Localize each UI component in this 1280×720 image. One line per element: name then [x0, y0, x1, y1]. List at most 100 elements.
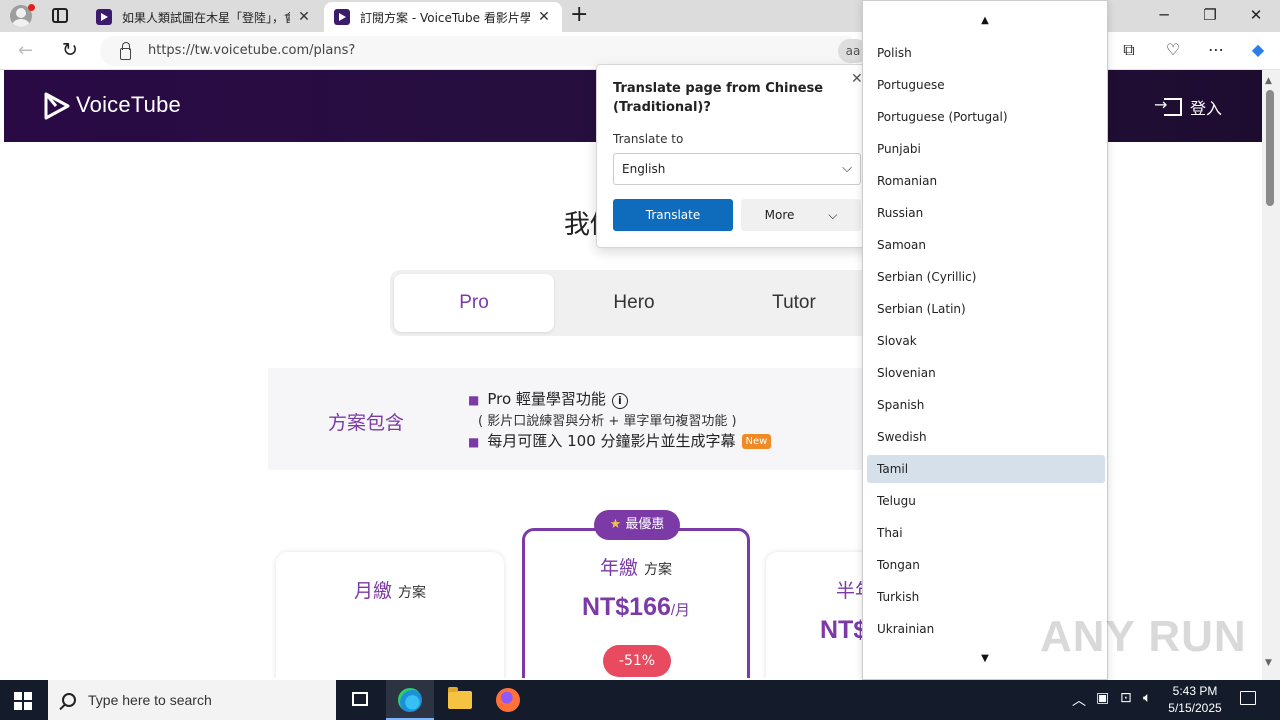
translate-button[interactable]: Translate	[613, 199, 733, 231]
edge-taskbar-button[interactable]	[386, 680, 434, 720]
more-menu-icon[interactable]: ⋯	[1205, 40, 1227, 59]
feature-subtext: ( 影片口說練習與分析 + 單字單句複習功能 )	[478, 414, 737, 429]
plan-tabs: Pro Hero Tutor	[390, 270, 872, 336]
chevron-down-icon: ⌵	[828, 208, 838, 222]
card-price: NT$166/月	[581, 593, 691, 621]
close-tab-icon[interactable]: ✕	[296, 9, 312, 25]
url-text[interactable]: https://tw.voicetube.com/plans?	[148, 43, 355, 58]
collections-icon[interactable]: ⧉	[1118, 40, 1140, 60]
notification-center-icon[interactable]	[1240, 691, 1256, 705]
close-icon[interactable]: ✕	[851, 71, 863, 87]
card-title: 月繳 方案	[353, 580, 427, 602]
language-option[interactable]: Punjabi	[867, 135, 1105, 163]
language-option[interactable]: Tamil	[867, 455, 1105, 483]
new-tab-icon[interactable]: +	[570, 4, 588, 26]
translate-to-label: Translate to	[613, 132, 684, 146]
system-clock[interactable]: 5:43 PM 5/15/2025	[1162, 683, 1228, 717]
copilot-icon[interactable]: ◆	[1247, 40, 1269, 59]
translate-dialog-title: Translate page from Chinese (Traditional…	[613, 81, 824, 115]
firefox-icon	[496, 688, 520, 712]
card-title: 年繳 方案	[599, 557, 673, 579]
close-tab-icon[interactable]: ✕	[536, 9, 552, 25]
language-option[interactable]: Serbian (Cyrillic)	[867, 263, 1105, 291]
tab-tutor[interactable]: Tutor	[714, 274, 874, 332]
voicetube-logo-icon[interactable]	[44, 92, 70, 120]
scroll-up-icon[interactable]: ▲	[863, 15, 1107, 26]
scrollbar-thumb[interactable]	[1266, 90, 1274, 206]
language-option[interactable]: Samoan	[867, 231, 1105, 259]
language-dropdown-list[interactable]: ▲ Polish Portuguese Portuguese (Portugal) P…	[862, 0, 1108, 680]
anyrun-watermark: ANY RUN	[1040, 612, 1247, 661]
language-option[interactable]: Turkish	[867, 583, 1105, 611]
browser-tab[interactable]: 如果人類試圖在木星「登陸」，會發 ✕	[86, 2, 322, 32]
tab-hero[interactable]: Hero	[554, 274, 714, 332]
tab-title: 如果人類試圖在木星「登陸」，會發	[122, 10, 290, 25]
file-explorer-button[interactable]	[436, 680, 484, 720]
feature-item: ■ 每月可匯入 100 分鐘影片並生成字幕 New	[468, 430, 772, 451]
plan-card-annual[interactable]: 年繳 方案 NT$166/月 -51%	[522, 528, 750, 678]
tab-pro[interactable]: Pro	[394, 274, 554, 332]
feature-text: 每月可匯入 100 分鐘影片並生成字幕	[487, 432, 736, 450]
plan-card-monthly[interactable]: 月繳 方案	[276, 552, 504, 678]
feature-item: ■ Pro 輕量學習功能 i	[468, 388, 628, 409]
volume-icon[interactable]: 🔈︎	[1143, 690, 1151, 706]
info-icon[interactable]: i	[611, 393, 628, 409]
language-option[interactable]: Spanish	[867, 391, 1105, 419]
taskbar-search[interactable]: Type here to search	[48, 680, 336, 720]
language-option[interactable]: Swedish	[867, 423, 1105, 451]
task-view-button[interactable]	[336, 680, 384, 720]
star-icon: ★	[609, 517, 622, 532]
target-language-select[interactable]: English ⌵	[613, 153, 861, 185]
login-button[interactable]: 登入	[1154, 95, 1223, 119]
clock-time: 5:43 PM	[1172, 684, 1218, 698]
windows-taskbar: Type here to search ︿ ▣ ⊡ 🔈︎ 5:43 PM 5/1…	[0, 680, 1280, 720]
more-button[interactable]: More ⌵	[741, 199, 861, 231]
language-option[interactable]: Russian	[867, 199, 1105, 227]
address-bar[interactable]: https://tw.voicetube.com/plans? aa	[100, 36, 868, 66]
chevron-down-icon: ⌵	[842, 161, 852, 176]
discount-badge: -51%	[603, 645, 671, 677]
page-scrollbar[interactable]: ▲ ▼	[1262, 70, 1280, 680]
browser-tab-active[interactable]: 訂閱方案 - VoiceTube 看影片學英 ✕	[324, 2, 562, 32]
windows-start-icon[interactable]	[14, 692, 32, 710]
new-badge: New	[741, 434, 772, 449]
scroll-up-icon[interactable]: ▲	[1265, 76, 1272, 86]
chevron-up-icon[interactable]: ︿	[1072, 690, 1086, 710]
task-view-icon	[352, 692, 368, 706]
notification-dot	[28, 4, 35, 11]
language-option[interactable]: Slovenian	[867, 359, 1105, 387]
lock-icon[interactable]	[120, 42, 131, 60]
language-option[interactable]: Portuguese (Portugal)	[867, 103, 1105, 131]
language-option[interactable]: Romanian	[867, 167, 1105, 195]
reload-icon[interactable]: ↻	[62, 39, 78, 61]
language-option[interactable]: Polish	[867, 39, 1105, 67]
search-placeholder: Type here to search	[88, 692, 212, 708]
login-label: 登入	[1190, 99, 1223, 118]
firefox-button[interactable]	[484, 680, 532, 720]
language-option[interactable]: Thai	[867, 519, 1105, 547]
back-icon[interactable]: ←	[18, 40, 33, 61]
edge-icon	[398, 688, 422, 712]
selected-language: English	[622, 162, 666, 176]
clock-date: 5/15/2025	[1168, 701, 1222, 715]
language-option[interactable]: Tongan	[867, 551, 1105, 579]
restore-icon[interactable]: ❐	[1200, 6, 1220, 24]
meet-now-icon[interactable]: ▣	[1096, 690, 1109, 706]
minimize-icon[interactable]: ─	[1154, 6, 1174, 24]
language-option[interactable]: Telugu	[867, 487, 1105, 515]
feature-text: Pro 輕量學習功能	[487, 390, 606, 408]
bullet-icon: ■	[468, 435, 480, 449]
network-icon[interactable]: ⊡	[1120, 690, 1132, 706]
translate-dialog: Translate page from Chinese (Traditional…	[596, 64, 872, 248]
scroll-down-icon[interactable]: ▼	[1265, 658, 1272, 668]
language-option[interactable]: Serbian (Latin)	[867, 295, 1105, 323]
browser-essentials-icon[interactable]: ♡	[1162, 40, 1184, 59]
tab-actions-icon[interactable]	[52, 8, 68, 23]
close-window-icon[interactable]: ✕	[1246, 6, 1266, 24]
login-icon	[1154, 95, 1182, 116]
language-option[interactable]: Portuguese	[867, 71, 1105, 99]
language-option[interactable]: Slovak	[867, 327, 1105, 355]
site-logo-text[interactable]: VoiceTube	[76, 92, 181, 118]
folder-icon	[448, 687, 472, 709]
voicetube-favicon-icon	[334, 9, 350, 25]
